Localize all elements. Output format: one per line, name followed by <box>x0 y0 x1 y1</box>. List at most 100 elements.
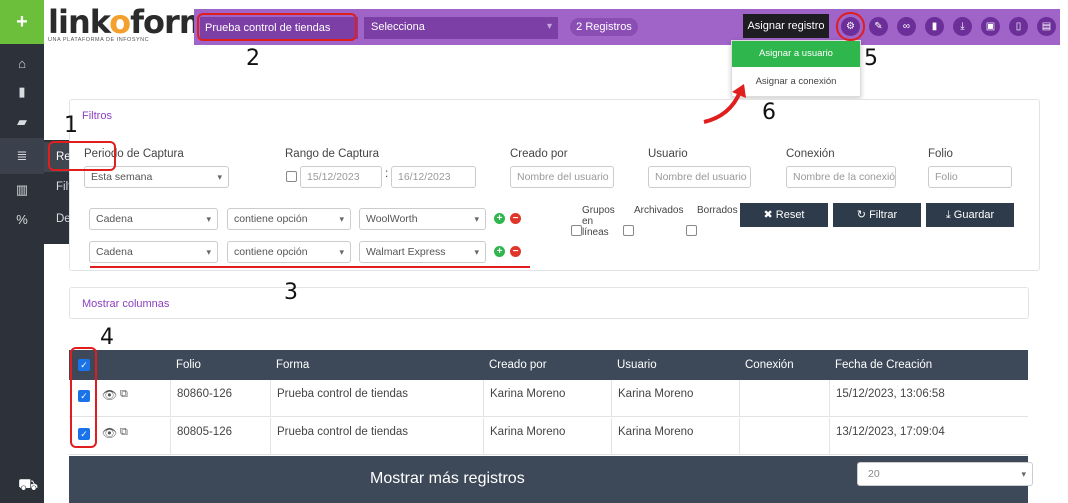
filter-value-value: WoolWorth <box>366 213 418 225</box>
cell-usuario: Karina Moreno <box>611 418 739 455</box>
column-header[interactable]: Creado por <box>483 350 547 380</box>
cell-conexion <box>739 418 829 455</box>
annotation-6: 6 <box>762 100 776 125</box>
column-header[interactable]: Forma <box>270 350 309 380</box>
rango-checkbox[interactable] <box>286 171 297 182</box>
column-header[interactable]: Conexión <box>739 350 794 380</box>
trash-icon[interactable]: ▤ <box>1037 17 1056 36</box>
cell-fecha: 15/12/2023, 13:06:58 <box>829 380 1028 417</box>
per-page-value: 20 <box>868 468 880 480</box>
date-from-input[interactable]: 15/12/2023 <box>300 166 382 188</box>
archivados-label: Archivados <box>634 205 684 216</box>
filter-field-select[interactable]: Cadena ▾ <box>89 241 218 263</box>
per-page-select[interactable]: 20 ▾ <box>857 462 1033 486</box>
conexion-input[interactable]: Nombre de la conexión <box>786 166 896 188</box>
folio-input[interactable]: Folio <box>928 166 1012 188</box>
chevron-down-icon: ▾ <box>217 172 222 182</box>
filter-select[interactable]: Selecciona ▾ <box>364 17 558 39</box>
refresh-icon: ↻ <box>856 209 870 221</box>
logo: linkoform <box>48 3 212 41</box>
filter-button[interactable]: ↻ Filtrar <box>833 203 921 227</box>
annotation-box-4 <box>70 347 97 448</box>
car-icon[interactable]: ⛟ <box>18 476 40 498</box>
filter-value-select[interactable]: Walmart Express ▾ <box>359 241 486 263</box>
cell-forma: Prueba control de tiendas <box>270 418 483 455</box>
date-to-input[interactable]: 16/12/2023 <box>391 166 476 188</box>
creado-input[interactable]: Nombre del usuario <box>510 166 614 188</box>
add-filter-icon[interactable]: + <box>494 213 505 224</box>
filter-op-select[interactable]: contiene opción ▾ <box>227 208 351 230</box>
file-icon[interactable]: ▮ <box>925 17 944 36</box>
grupos-checkbox[interactable] <box>571 225 582 236</box>
annotation-5: 5 <box>864 46 878 71</box>
annotation-3: 3 <box>284 280 298 305</box>
borrados-label: Borrados <box>697 205 738 216</box>
add-filter-icon[interactable]: + <box>494 246 505 257</box>
pencil-icon[interactable]: ✎ <box>869 17 888 36</box>
chevron-down-icon: ▾ <box>1021 469 1026 479</box>
chevron-down-icon: ▾ <box>339 214 344 224</box>
show-more-button[interactable]: Mostrar más registros <box>370 470 525 488</box>
filter-field-select[interactable]: Cadena ▾ <box>89 208 218 230</box>
grupos-label: Grupos en líneas <box>582 205 615 238</box>
download-icon[interactable]: ⤓ <box>953 17 972 36</box>
filter-op-select[interactable]: contiene opción ▾ <box>227 241 351 263</box>
copy-icon[interactable]: ⧉ <box>120 426 128 439</box>
column-header[interactable]: Folio <box>170 350 201 380</box>
cell-conexion <box>739 380 829 417</box>
annotation-box-5 <box>836 12 865 41</box>
annotation-arrow <box>703 84 746 124</box>
list-icon[interactable]: ≣ <box>0 138 44 174</box>
save-button-label: Guardar <box>953 209 995 221</box>
borrados-checkbox[interactable] <box>686 225 697 236</box>
folio-label: Folio <box>928 148 953 160</box>
copy-icon[interactable]: ⧉ <box>120 388 128 401</box>
chevron-down-icon: ▾ <box>474 247 479 257</box>
filter-value-select[interactable]: WoolWorth ▾ <box>359 208 486 230</box>
add-icon[interactable]: + <box>0 0 44 44</box>
binoculars-icon[interactable]: ∞ <box>897 17 916 36</box>
rango-label: Rango de Captura <box>285 148 379 160</box>
filter-value-value: Walmart Express <box>366 246 446 258</box>
remove-filter-icon[interactable]: − <box>510 246 521 257</box>
periodo-value: Esta semana <box>91 171 153 183</box>
filter-op-value: contiene opción <box>234 246 308 258</box>
filter-button-label: Filtrar <box>869 209 898 221</box>
logo-subtitle: UNA PLATAFORMA DE INFOSYNC <box>48 37 150 43</box>
cell-usuario: Karina Moreno <box>611 380 739 417</box>
usuario-input[interactable]: Nombre del usuario <box>648 166 751 188</box>
annotation-4: 4 <box>100 325 114 350</box>
eye-icon[interactable]: 👁 <box>102 426 117 440</box>
chevron-down-icon: ▾ <box>474 214 479 224</box>
columns-icon[interactable]: ▯ <box>1009 17 1028 36</box>
columns-panel <box>69 287 1029 319</box>
connection-icon[interactable]: % <box>0 202 44 238</box>
archive-icon[interactable]: ▣ <box>981 17 1000 36</box>
archivados-checkbox[interactable] <box>623 225 634 236</box>
remove-filter-icon[interactable]: − <box>510 213 521 224</box>
column-header[interactable]: Fecha de Creación <box>829 350 932 380</box>
columns-panel-title[interactable]: Mostrar columnas <box>82 298 169 310</box>
eye-icon[interactable]: 👁 <box>102 388 117 402</box>
cell-folio: 80860-126 <box>170 380 270 417</box>
filter-field-value: Cadena <box>96 213 133 225</box>
assign-to-user-option[interactable]: Asignar a usuario <box>732 41 860 67</box>
conexion-label: Conexión <box>786 148 835 160</box>
annotation-1: 1 <box>64 113 78 138</box>
filters-title[interactable]: Filtros <box>82 110 112 122</box>
cell-creado: Karina Moreno <box>483 380 611 417</box>
cell-folio: 80805-126 <box>170 418 270 455</box>
save-button[interactable]: ⤓ Guardar <box>926 203 1014 227</box>
book-icon[interactable]: ▰ <box>0 104 44 140</box>
assign-record-button[interactable]: Asignar registro <box>743 14 829 38</box>
annotation-box-1 <box>48 141 116 171</box>
cell-creado: Karina Moreno <box>483 418 611 455</box>
column-header[interactable]: Usuario <box>611 350 657 380</box>
chevron-down-icon: ▾ <box>206 247 211 257</box>
chevron-down-icon: ▾ <box>206 214 211 224</box>
chevron-down-icon: ▾ <box>339 247 344 257</box>
usuario-label: Usuario <box>648 148 688 160</box>
creado-label: Creado por <box>510 148 568 160</box>
reset-button[interactable]: ✖ Reset <box>740 203 828 227</box>
annotation-underline-3 <box>90 266 530 268</box>
